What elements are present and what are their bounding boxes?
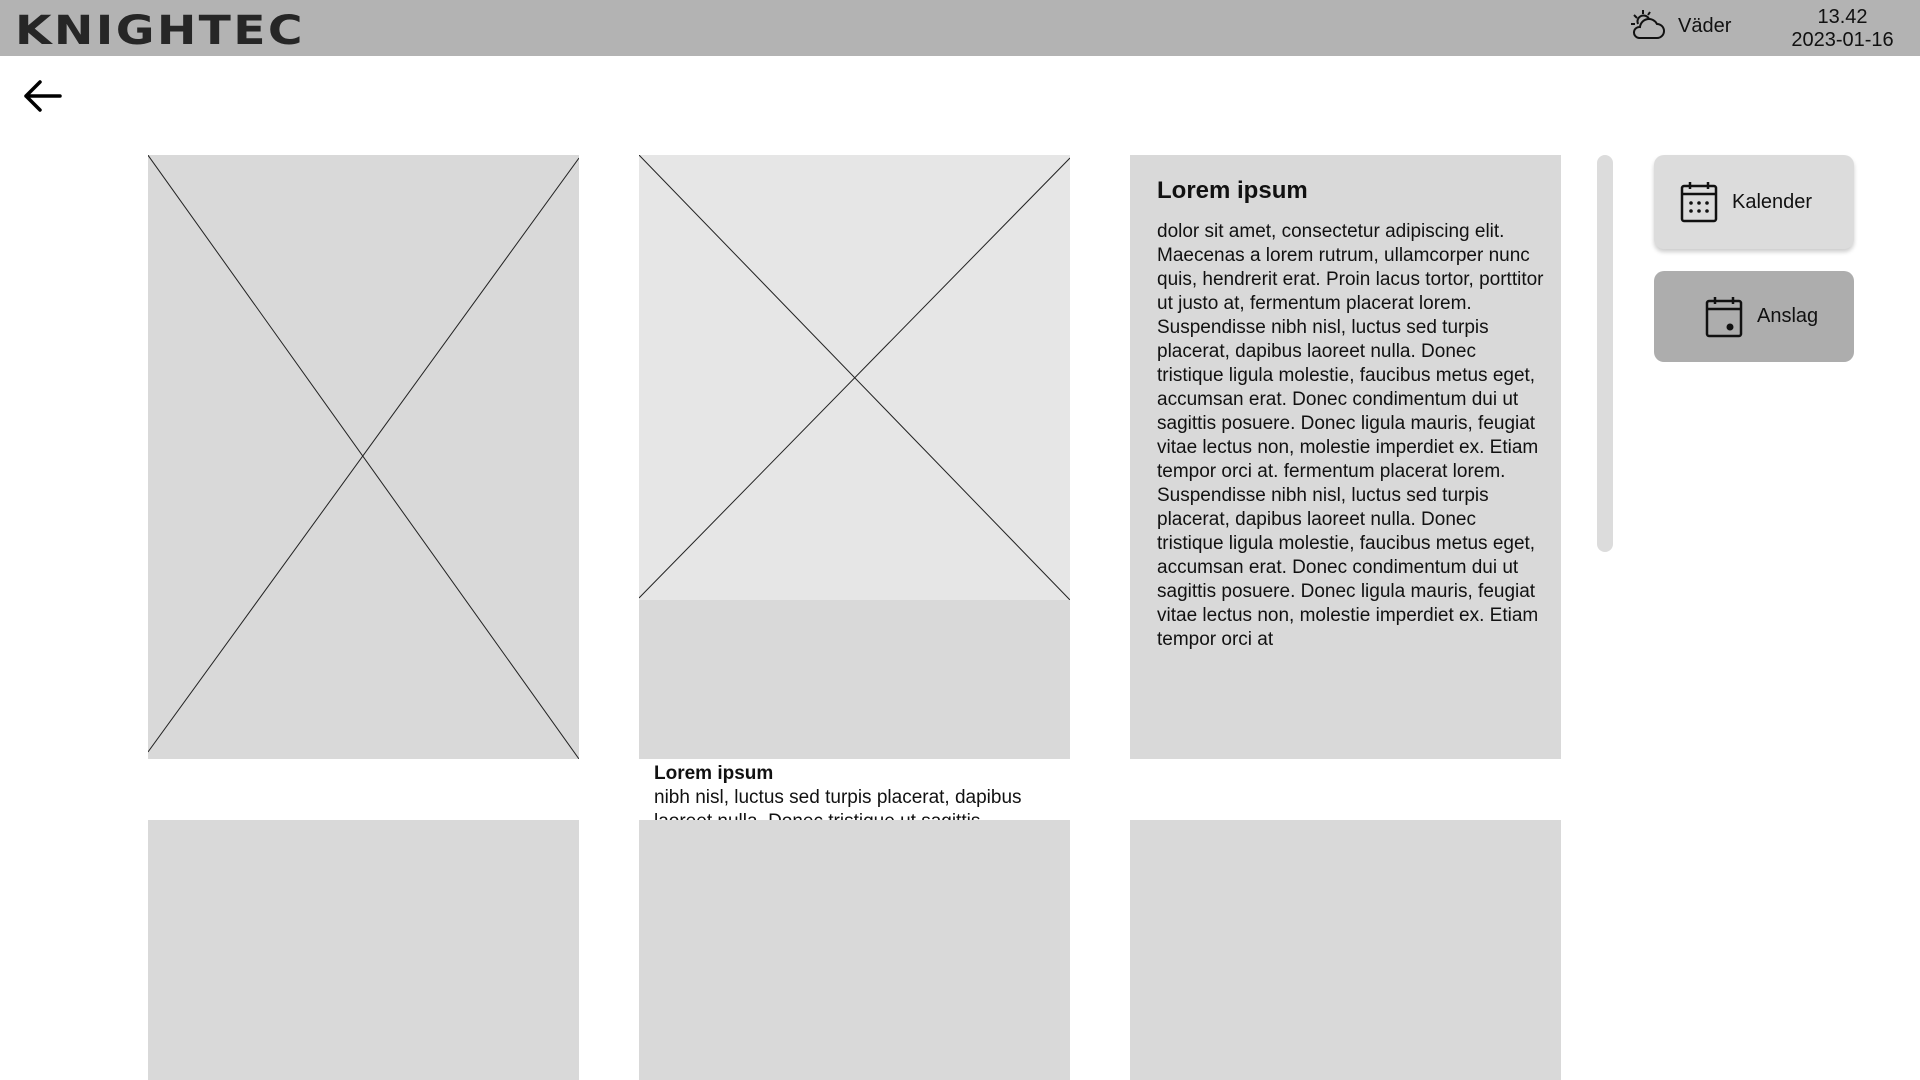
image-placeholder-icon — [148, 155, 579, 759]
weather-label: Väder — [1678, 14, 1732, 37]
top-bar: KNIGHTEC Väder 13.42 2023-01-16 — [0, 0, 1920, 56]
calendar-event-icon — [1705, 296, 1743, 337]
card-placeholder[interactable] — [148, 820, 579, 1080]
text-card-title: Lorem ipsum — [1157, 177, 1308, 204]
anslag-label: Anslag — [1757, 305, 1819, 327]
image-area — [638, 154, 1071, 601]
back-button[interactable] — [22, 78, 64, 114]
calendar-icon — [1680, 182, 1718, 223]
kalender-button[interactable]: Kalender — [1654, 155, 1854, 249]
image-card[interactable] — [148, 155, 579, 759]
partly-cloudy-icon — [1631, 10, 1665, 39]
text-card: Lorem ipsum dolor sit amet, consectetur … — [1130, 155, 1561, 759]
time: 13.42 — [1817, 6, 1868, 28]
kalender-label: Kalender — [1732, 190, 1813, 213]
image-placeholder-icon — [638, 154, 1071, 601]
clock: 13.42 2023-01-16 — [1780, 6, 1905, 52]
text-card-body: dolor sit amet, consectetur adipiscing e… — [1157, 221, 1544, 650]
caption-card[interactable]: Lorem ipsum nibh nisl, luctus sed turpis… — [638, 154, 1071, 880]
date: 2023-01-16 — [1791, 29, 1894, 51]
scrollbar[interactable] — [1597, 155, 1613, 552]
caption-title: Lorem ipsum — [654, 763, 774, 784]
card-placeholder[interactable] — [639, 820, 1070, 1080]
knightec-logo: KNIGHTEC — [15, 8, 305, 54]
card-placeholder[interactable] — [1130, 820, 1561, 1080]
weather-widget[interactable]: Väder — [1630, 8, 1731, 44]
anslag-button[interactable]: Anslag — [1654, 271, 1854, 362]
